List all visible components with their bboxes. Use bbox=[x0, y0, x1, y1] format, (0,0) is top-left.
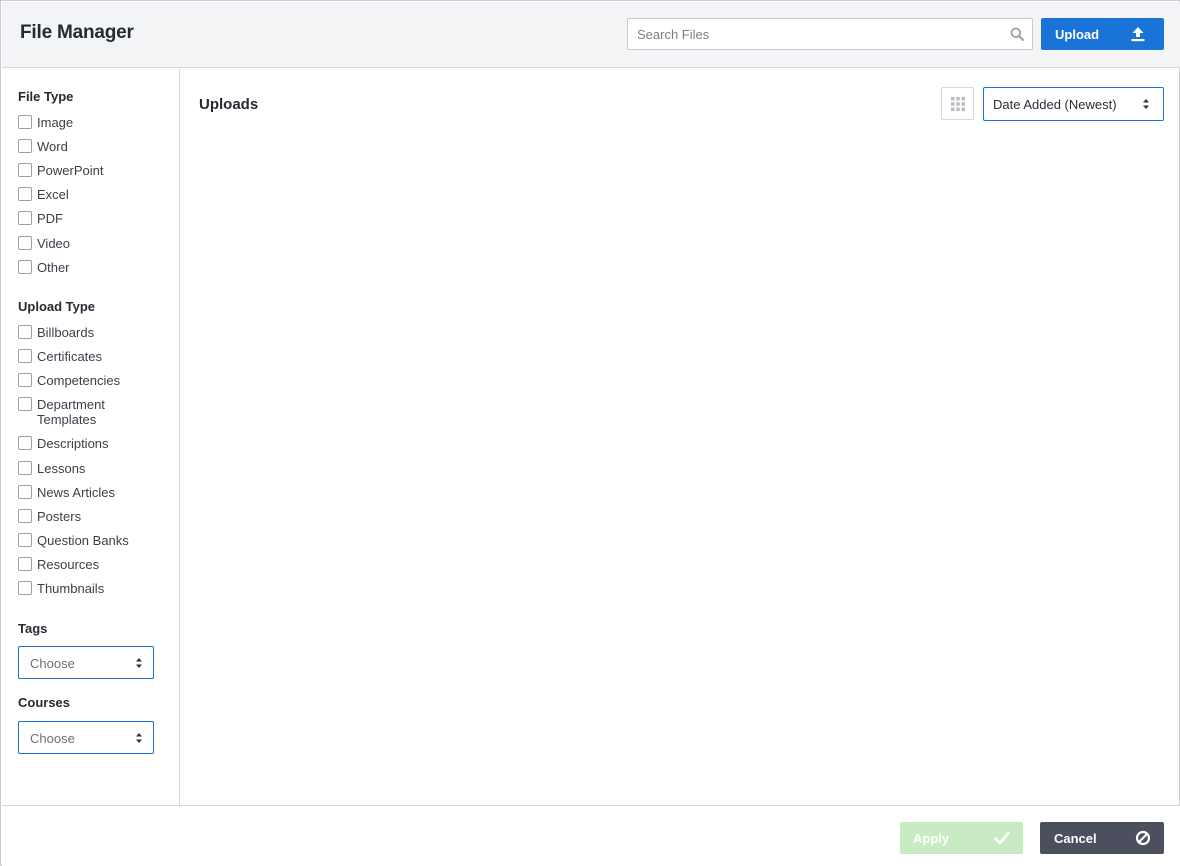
checkbox-label: Other bbox=[37, 260, 70, 275]
checkbox-label: Billboards bbox=[37, 325, 95, 340]
checkbox[interactable] bbox=[18, 581, 32, 595]
filter-upload-type-question-banks[interactable]: Question Banks bbox=[18, 533, 147, 548]
checkbox[interactable] bbox=[18, 325, 32, 339]
tags-heading: Tags bbox=[18, 621, 48, 636]
checkbox[interactable] bbox=[18, 260, 32, 274]
filter-file-type-powerpoint[interactable]: PowerPoint bbox=[18, 163, 147, 178]
header: File Manager Upload bbox=[2, 2, 1180, 68]
search-icon[interactable] bbox=[1010, 27, 1024, 41]
search-box[interactable] bbox=[627, 18, 1033, 50]
checkbox[interactable] bbox=[18, 397, 32, 411]
upload-button-label: Upload bbox=[1055, 27, 1100, 42]
filter-upload-type-billboards[interactable]: Billboards bbox=[18, 325, 147, 340]
filter-upload-type-department-templates[interactable]: Department Templates bbox=[18, 397, 117, 427]
uploads-heading: Uploads bbox=[199, 96, 259, 113]
sort-select[interactable]: Date Added (Newest) bbox=[983, 87, 1164, 121]
checkbox[interactable] bbox=[18, 211, 32, 225]
checkbox-label: Certificates bbox=[37, 349, 103, 364]
checkbox-label: Thumbnails bbox=[37, 581, 105, 596]
filter-file-type-word[interactable]: Word bbox=[18, 139, 147, 154]
sort-select-value: Date Added (Newest) bbox=[993, 97, 1117, 112]
grid-view-button[interactable] bbox=[941, 87, 974, 120]
checkbox-label: Question Banks bbox=[37, 533, 129, 548]
checkbox[interactable] bbox=[18, 485, 32, 499]
apply-button-label: Apply bbox=[913, 831, 950, 846]
checkbox-label: Department Templates bbox=[37, 397, 105, 427]
checkbox-label: PowerPoint bbox=[37, 163, 104, 178]
upload-button[interactable]: Upload bbox=[1041, 18, 1164, 50]
cancel-button-label: Cancel bbox=[1054, 831, 1097, 846]
filter-file-type-excel[interactable]: Excel bbox=[18, 187, 147, 202]
cancel-button[interactable]: Cancel bbox=[1040, 822, 1164, 854]
checkbox[interactable] bbox=[18, 236, 32, 250]
sort-caret-icon bbox=[1143, 99, 1149, 109]
checkbox-label: Lessons bbox=[37, 461, 86, 476]
filter-upload-type-news-articles[interactable]: News Articles bbox=[18, 485, 147, 500]
checkbox-label: Competencies bbox=[37, 373, 121, 388]
courses-select-value: Choose bbox=[30, 731, 75, 746]
filter-file-type-other[interactable]: Other bbox=[18, 260, 147, 275]
upload-icon bbox=[1131, 27, 1145, 42]
checkbox[interactable] bbox=[18, 557, 32, 571]
checkbox[interactable] bbox=[18, 509, 32, 523]
filter-upload-type-posters[interactable]: Posters bbox=[18, 509, 147, 524]
file-type-heading: File Type bbox=[18, 89, 74, 104]
checkbox-label: Resources bbox=[37, 557, 100, 572]
checkbox[interactable] bbox=[18, 349, 32, 363]
tags-select-value: Choose bbox=[30, 656, 75, 671]
filter-upload-type-lessons[interactable]: Lessons bbox=[18, 461, 147, 476]
courses-heading: Courses bbox=[18, 695, 71, 710]
filter-upload-type-thumbnails[interactable]: Thumbnails bbox=[18, 581, 147, 596]
checkbox-label: Excel bbox=[37, 187, 69, 202]
upload-type-heading: Upload Type bbox=[18, 299, 96, 314]
ban-icon bbox=[1135, 830, 1151, 846]
sort-caret-icon bbox=[136, 658, 142, 668]
checkbox[interactable] bbox=[18, 461, 32, 475]
checkbox[interactable] bbox=[18, 139, 32, 153]
filter-upload-type-descriptions[interactable]: Descriptions bbox=[18, 436, 147, 451]
filter-upload-type-competencies[interactable]: Competencies bbox=[18, 373, 147, 388]
checkbox[interactable] bbox=[18, 163, 32, 177]
search-input[interactable] bbox=[628, 19, 998, 49]
tags-select[interactable]: Choose bbox=[18, 646, 154, 679]
checkbox[interactable] bbox=[18, 436, 32, 450]
check-icon bbox=[994, 831, 1010, 845]
checkbox-label: Image bbox=[37, 115, 74, 130]
filter-file-type-image[interactable]: Image bbox=[18, 115, 147, 130]
checkbox-label: Posters bbox=[37, 509, 82, 524]
checkbox[interactable] bbox=[18, 533, 32, 547]
checkbox-label: Word bbox=[37, 139, 68, 154]
grid-icon bbox=[951, 97, 965, 111]
filter-file-type-pdf[interactable]: PDF bbox=[18, 211, 147, 226]
page-title: File Manager bbox=[20, 22, 134, 43]
checkbox-label: News Articles bbox=[37, 485, 116, 500]
courses-select[interactable]: Choose bbox=[18, 721, 154, 754]
apply-button[interactable]: Apply bbox=[900, 822, 1023, 854]
filter-upload-type-resources[interactable]: Resources bbox=[18, 557, 147, 572]
checkbox-label: Video bbox=[37, 236, 71, 251]
checkbox[interactable] bbox=[18, 115, 32, 129]
checkbox[interactable] bbox=[18, 373, 32, 387]
file-manager-dialog: File Manager Upload File Type Image Word… bbox=[0, 0, 1180, 866]
filter-upload-type-certificates[interactable]: Certificates bbox=[18, 349, 147, 364]
checkbox-label: PDF bbox=[37, 211, 63, 226]
filter-file-type-video[interactable]: Video bbox=[18, 236, 147, 251]
checkbox-label: Descriptions bbox=[37, 436, 109, 451]
sort-caret-icon bbox=[136, 733, 142, 743]
checkbox[interactable] bbox=[18, 187, 32, 201]
